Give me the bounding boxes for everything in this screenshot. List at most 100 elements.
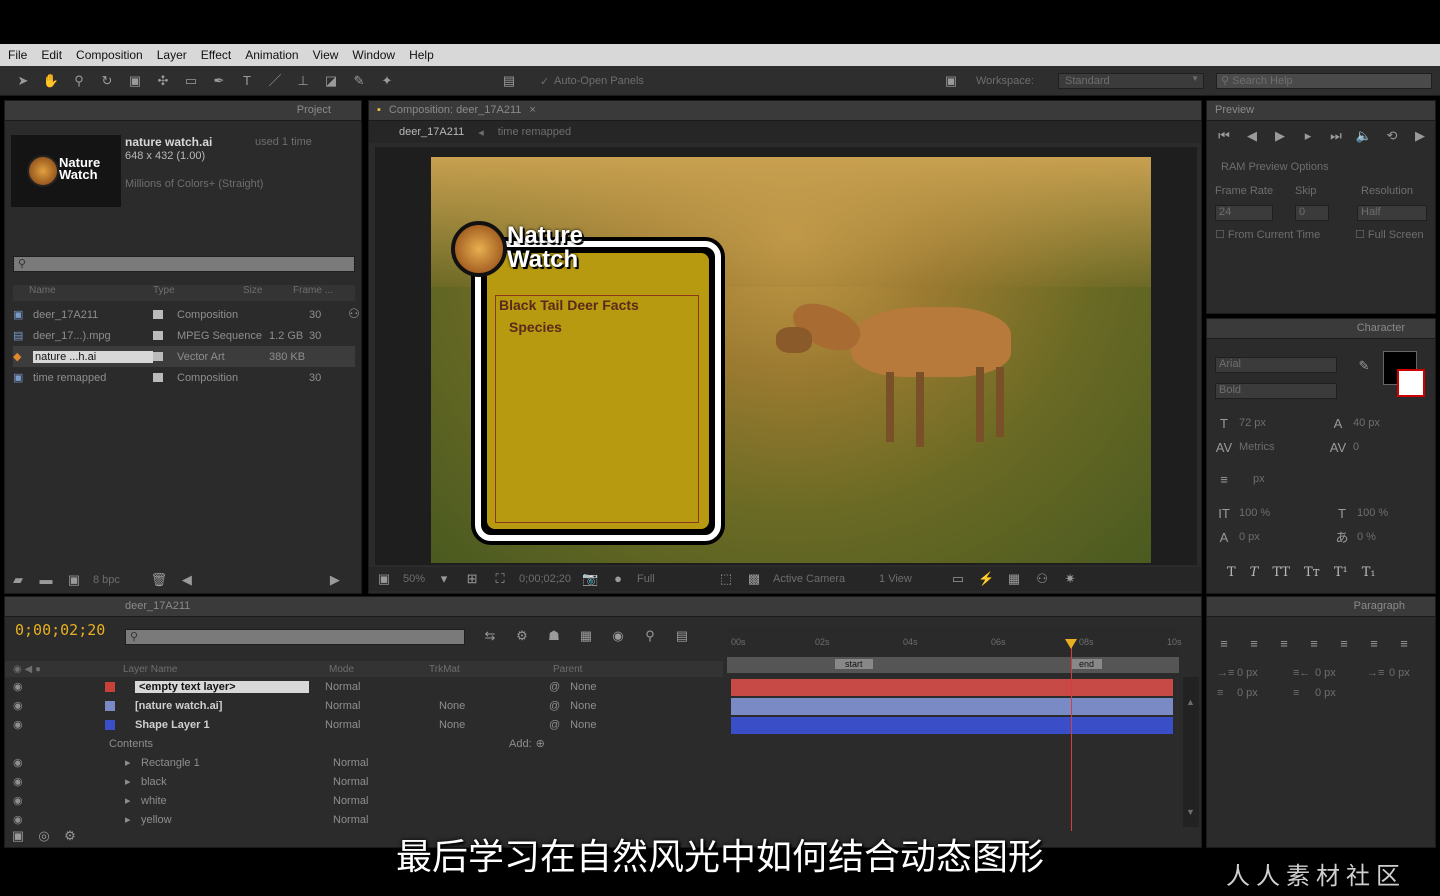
leading-value[interactable]: 40 px	[1353, 417, 1380, 429]
hand-tool-icon[interactable]: ✋	[42, 72, 60, 90]
fact-card[interactable]: Black Tail Deer Facts Species	[475, 241, 721, 541]
superscript-icon[interactable]: T¹	[1334, 565, 1348, 580]
indent-first-value[interactable]: 0 px	[1389, 667, 1410, 679]
loop-icon[interactable]: ⟲	[1383, 127, 1401, 145]
stroke-width-value[interactable]: px	[1253, 473, 1265, 485]
menu-composition[interactable]: Composition	[76, 48, 143, 62]
resolution-select[interactable]: Half	[1357, 205, 1427, 221]
scroll-right-icon[interactable]: ▶	[326, 571, 344, 589]
faux-italic-icon[interactable]: T	[1250, 565, 1259, 580]
list-item[interactable]: ▣ deer_17A211 Composition 30	[13, 304, 355, 325]
pickwhip-icon[interactable]: @	[549, 681, 560, 693]
current-time-indicator[interactable]	[1071, 641, 1072, 831]
time-ruler[interactable]: 00s 02s 04s 06s 08s 10s	[727, 627, 1182, 657]
timeline-icon[interactable]: ▦	[1005, 570, 1023, 588]
project-tab[interactable]: Project	[5, 101, 361, 121]
space-before-value[interactable]: 0 px	[1237, 687, 1258, 699]
brainstorm-icon[interactable]: ▤	[673, 627, 691, 645]
col-name[interactable]: Name	[13, 285, 153, 301]
eye-icon[interactable]: ◉	[5, 680, 105, 693]
eye-icon[interactable]: ◉	[5, 813, 125, 826]
from-current-time-checkbox[interactable]: ☐ From Current Time	[1215, 228, 1320, 241]
label-color-swatch[interactable]	[105, 719, 115, 730]
vertical-scale-value[interactable]: 100 %	[1239, 507, 1270, 519]
zoom-level[interactable]: 50%	[403, 573, 425, 585]
label-color-swatch[interactable]	[153, 310, 163, 319]
first-frame-icon[interactable]: ⏮	[1215, 127, 1233, 145]
trash-icon[interactable]: 🗑	[150, 571, 168, 589]
interpret-footage-icon[interactable]: ▰	[9, 571, 27, 589]
frame-rate-select[interactable]: 24	[1215, 205, 1273, 221]
camera-select[interactable]: Active Camera	[773, 573, 869, 585]
comp-mini-flowchart-icon[interactable]: ⇆	[481, 627, 499, 645]
pen-tool-icon[interactable]: ✒	[210, 72, 228, 90]
shy-layers-icon[interactable]: ☗	[545, 627, 563, 645]
timeline-search-input[interactable]: ⚲	[125, 629, 465, 645]
search-help-input[interactable]: ⚲ Search Help	[1216, 73, 1432, 89]
draft-3d-icon[interactable]: ⚙	[513, 627, 531, 645]
marker-end[interactable]: end	[1071, 659, 1103, 669]
col-mode[interactable]: Mode	[329, 664, 429, 675]
col-trkmat[interactable]: TrkMat	[429, 664, 553, 675]
previous-frame-icon[interactable]: ◀	[1243, 127, 1261, 145]
toggle-pixel-icon[interactable]: ▭	[949, 570, 967, 588]
col-frame[interactable]: Frame ...	[293, 285, 343, 301]
table-row[interactable]: ◉ ▸ white Normal	[5, 791, 723, 810]
eye-icon[interactable]: ◉	[5, 699, 105, 712]
transparency-grid-icon[interactable]: ▩	[745, 570, 763, 588]
tracking-value[interactable]: Metrics	[1239, 441, 1274, 453]
timeline-tab[interactable]: deer_17A211	[5, 597, 1201, 617]
menu-window[interactable]: Window	[352, 48, 395, 62]
resolution-select[interactable]: Full	[637, 573, 707, 585]
menu-effect[interactable]: Effect	[201, 48, 231, 62]
table-row[interactable]: ◉ ▸ yellow Normal	[5, 810, 723, 829]
flowchart-icon[interactable]: ⚇	[345, 305, 363, 323]
lock-icon[interactable]: ▪	[377, 104, 381, 117]
eyedropper-icon[interactable]: ✎	[1355, 357, 1373, 375]
motion-blur-icon[interactable]: ◉	[609, 627, 627, 645]
indent-left-value[interactable]: 0 px	[1237, 667, 1258, 679]
new-folder-icon[interactable]: ▬	[37, 571, 55, 589]
timeline-scrollbar[interactable]: ▲ ▼	[1183, 677, 1199, 827]
mask-tool-icon[interactable]: ▭	[182, 72, 200, 90]
table-row[interactable]: Contents Add: ⊕	[5, 734, 723, 753]
table-row[interactable]: ◉ [nature watch.ai] Normal None @ None	[5, 696, 723, 715]
auto-open-checkbox[interactable]: ✓	[540, 75, 549, 88]
flowchart-icon[interactable]: ⚇	[1033, 570, 1051, 588]
camera-tool-icon[interactable]: ▣	[126, 72, 144, 90]
graph-editor-icon[interactable]: ⚲	[641, 627, 659, 645]
zoom-tool-icon[interactable]: ⚲	[70, 72, 88, 90]
col-parent[interactable]: Parent	[553, 664, 582, 675]
space-after-value[interactable]: 0 px	[1315, 687, 1336, 699]
add-icon[interactable]: ⊕	[536, 737, 545, 750]
list-item[interactable]: ▣ time remapped Composition 30	[13, 367, 355, 388]
menu-edit[interactable]: Edit	[41, 48, 62, 62]
label-color-swatch[interactable]	[105, 700, 115, 711]
layer-bar-empty-text[interactable]	[731, 679, 1173, 696]
eye-icon[interactable]: ◉	[5, 718, 105, 731]
scroll-left-icon[interactable]: ◀	[178, 571, 196, 589]
menu-animation[interactable]: Animation	[245, 48, 298, 62]
snapshot-icon[interactable]: 📷	[581, 570, 599, 588]
pan-behind-tool-icon[interactable]: ✣	[154, 72, 172, 90]
all-caps-icon[interactable]: TT	[1272, 565, 1290, 580]
justify-left-icon[interactable]: ≡	[1305, 635, 1323, 653]
stroke-color-swatch[interactable]	[1397, 369, 1425, 397]
label-color-swatch[interactable]	[153, 352, 163, 361]
composition-viewer[interactable]: Black Tail Deer Facts Species Nature Wat…	[375, 147, 1197, 565]
exposure-icon[interactable]: ✷	[1061, 570, 1079, 588]
list-item[interactable]: ▤ deer_17...).mpg MPEG Sequence 1.2 GB 3…	[13, 325, 355, 346]
font-family-select[interactable]: Arial	[1215, 357, 1337, 373]
preview-tab[interactable]: Preview	[1207, 101, 1435, 121]
align-left-icon[interactable]: ≡	[1215, 635, 1233, 653]
scroll-up-icon[interactable]: ▲	[1186, 697, 1195, 707]
bpc-label[interactable]: 8 bpc	[93, 574, 120, 586]
eye-icon[interactable]: ◉	[5, 775, 125, 788]
eye-icon[interactable]: ◉	[5, 794, 125, 807]
label-color-swatch[interactable]	[153, 373, 163, 382]
frame-blending-icon[interactable]: ▦	[577, 627, 595, 645]
region-of-interest-icon[interactable]: ⬚	[717, 570, 735, 588]
close-icon[interactable]: ×	[529, 104, 535, 117]
col-layer-name[interactable]: Layer Name	[123, 664, 329, 675]
list-item-selected[interactable]: ◆ nature ...h.ai Vector Art 380 KB	[13, 346, 355, 367]
